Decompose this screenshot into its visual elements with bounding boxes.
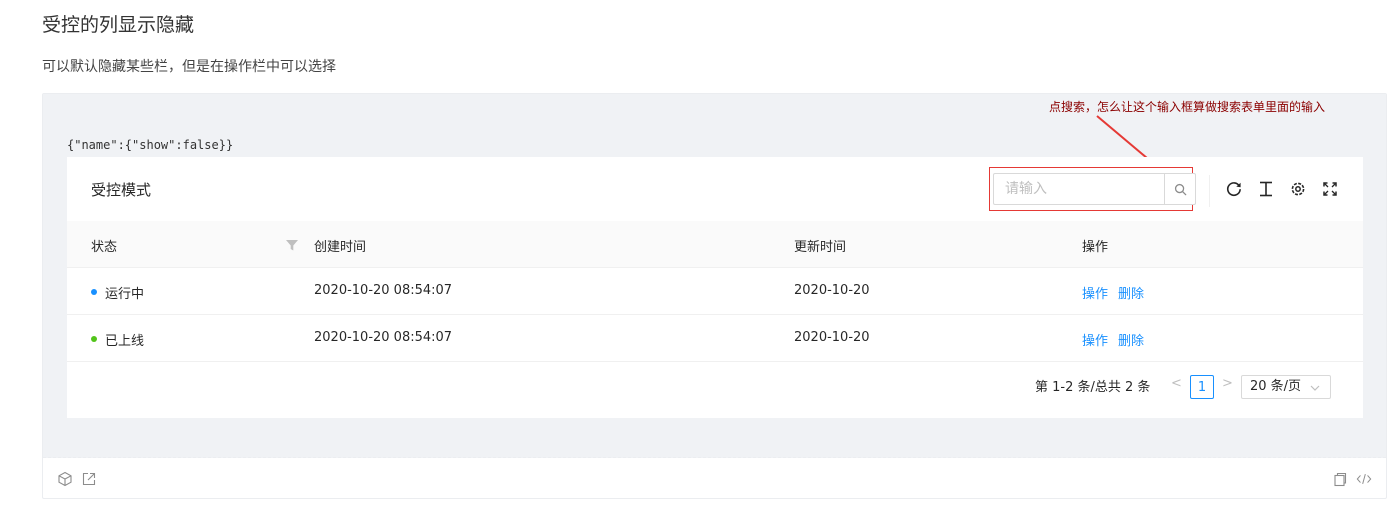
chevron-down-icon [1310, 385, 1320, 391]
setting-button[interactable] [1288, 179, 1308, 199]
search-icon [1174, 183, 1186, 195]
search-highlight-box: 请输入 [989, 167, 1196, 211]
updated-cell: 2020-10-20 [794, 330, 870, 345]
page-size-label: 20 条/页 [1250, 379, 1302, 394]
status-dot [91, 289, 97, 295]
demo-box: 点搜索，怎么让这个输入框算做搜索表单里面的输入 {"name":{"show":… [42, 93, 1387, 499]
column-header-status[interactable]: 状态 [91, 236, 117, 255]
setting-icon [1291, 182, 1305, 196]
action-delete-link[interactable]: 删除 [1118, 330, 1144, 349]
open-external-icon[interactable] [81, 471, 97, 487]
page-description: 可以默认隐藏某些栏，但是在操作栏中可以选择 [42, 59, 336, 75]
search-button[interactable] [1164, 173, 1196, 205]
column-header-actions: 操作 [1082, 240, 1109, 255]
status-dot [91, 336, 97, 342]
action-delete-link[interactable]: 删除 [1118, 283, 1144, 302]
status-cell: 运行中 [105, 287, 145, 302]
code-expand-icon[interactable] [1356, 471, 1372, 487]
protable-card: 受控模式 请输入 状态 创建时间 更新时间 操作 运行中 2020-10-20 … [67, 157, 1363, 418]
card-title: 受控模式 [91, 181, 152, 199]
column-header-created[interactable]: 创建时间 [314, 236, 366, 255]
density-icon [1260, 181, 1272, 197]
json-state: {"name":{"show":false}} [67, 138, 234, 152]
search-input[interactable]: 请输入 [993, 173, 1164, 205]
annotation-note: 点搜索，怎么让这个输入框算做搜索表单里面的输入 [1049, 100, 1326, 114]
status-cell: 已上线 [105, 334, 145, 349]
reload-icon [1226, 182, 1241, 197]
action-operate-link[interactable]: 操作 [1082, 330, 1108, 349]
table-header: 状态 创建时间 更新时间 操作 [67, 221, 1363, 268]
pagination-summary: 第 1-2 条/总共 2 条 [1035, 380, 1151, 395]
page-title: 受控的列显示隐藏 [42, 14, 195, 36]
action-operate-link[interactable]: 操作 [1082, 283, 1108, 302]
created-cell: 2020-10-20 08:54:07 [314, 283, 453, 298]
pagination-prev[interactable]: < [1171, 376, 1182, 400]
toolbar-divider [1209, 175, 1210, 207]
codesandbox-icon[interactable] [57, 471, 73, 487]
fullscreen-button[interactable] [1320, 179, 1340, 199]
demo-stage: 点搜索，怎么让这个输入框算做搜索表单里面的输入 {"name":{"show":… [43, 94, 1386, 458]
updated-cell: 2020-10-20 [794, 283, 870, 298]
pagination-next[interactable]: > [1222, 376, 1233, 400]
fullscreen-icon [1323, 182, 1337, 196]
copy-icon[interactable] [1332, 471, 1348, 487]
table-row: 已上线 2020-10-20 08:54:07 2020-10-20 操作 删除 [67, 315, 1363, 362]
page-size-select[interactable]: 20 条/页 [1241, 375, 1331, 399]
created-cell: 2020-10-20 08:54:07 [314, 330, 453, 345]
density-button[interactable] [1256, 179, 1276, 199]
column-header-updated[interactable]: 更新时间 [794, 236, 846, 255]
filter-icon[interactable] [285, 238, 299, 252]
reload-button[interactable] [1224, 179, 1244, 199]
table-row: 运行中 2020-10-20 08:54:07 2020-10-20 操作 删除 [67, 268, 1363, 315]
pagination-page-1[interactable]: 1 [1190, 375, 1214, 399]
